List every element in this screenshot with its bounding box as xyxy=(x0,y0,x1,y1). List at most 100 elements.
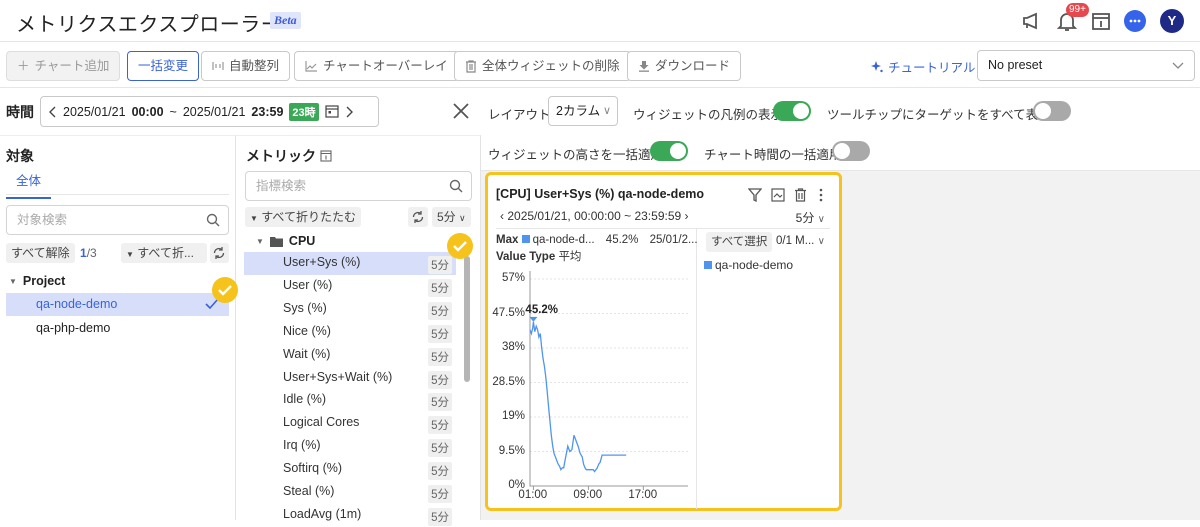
folder-icon xyxy=(269,236,283,247)
metric-title: メトリック xyxy=(246,146,332,166)
metric-item[interactable]: Sys (%) 5分 xyxy=(244,298,456,321)
info-icon[interactable] xyxy=(320,150,332,162)
metric-item[interactable]: Softirq (%) 5分 xyxy=(244,458,456,481)
end-time: 23:59 xyxy=(251,104,284,119)
chevron-down-icon xyxy=(1172,60,1184,70)
metric-item[interactable]: Irq (%) 5分 xyxy=(244,435,456,458)
collapse-all-metrics-button[interactable]: ▼ すべて折りたたむ xyxy=(245,207,361,227)
series-line-qa-node-demo[interactable] xyxy=(529,321,627,473)
metric-item-label: Sys (%) xyxy=(283,300,327,315)
metric-item[interactable]: User (%) 5分 xyxy=(244,275,456,298)
collapse-all-button[interactable]: ▼ すべて折... xyxy=(121,243,207,263)
metric-item-label: User+Sys (%) xyxy=(283,255,361,269)
metric-item-label: User (%) xyxy=(283,277,333,292)
tooltip-all-label: ツールチップにターゲットをすべて表示 xyxy=(827,108,1051,122)
metric-panel: メトリック 指標検索 ▼ すべて折りたたむ 5分 ∨ ▼ CPU User+Sy… xyxy=(236,135,481,526)
metric-item[interactable]: Wait (%) 5分 xyxy=(244,344,456,367)
metric-interval-select[interactable]: 5分 ∨ xyxy=(432,207,471,227)
metric-item-interval: 5分 xyxy=(428,416,452,435)
target-group-project[interactable]: ▼ Project xyxy=(9,274,65,288)
target-title: 対象 xyxy=(6,148,34,164)
bulk-time-label: チャート時間の一括適用 xyxy=(704,148,842,162)
metric-item-interval: 5分 xyxy=(428,485,452,503)
chevron-down-icon: ∨ xyxy=(459,213,466,223)
chevron-down-icon: ∨ xyxy=(602,105,611,117)
prev-range-icon[interactable] xyxy=(49,106,57,118)
metric-item[interactable]: Nice (%) 5分 xyxy=(244,321,456,344)
selection-count: 1/3 xyxy=(80,246,97,260)
search-icon xyxy=(449,179,463,193)
download-button[interactable]: ダウンロード xyxy=(627,51,742,81)
metric-item[interactable]: Logical Cores 5分 xyxy=(244,412,456,435)
metric-list-scrollbar[interactable] xyxy=(464,256,470,382)
refresh-button[interactable] xyxy=(210,243,229,263)
metric-item-interval: 5分 xyxy=(428,370,452,389)
tooltip-all-toggle[interactable] xyxy=(1033,101,1071,121)
notification-badge: 99+ xyxy=(1066,3,1089,17)
target-search-input[interactable]: 対象検索 xyxy=(6,205,229,235)
download-icon xyxy=(638,60,650,72)
caret-down-icon: ▼ xyxy=(250,214,258,223)
clear-all-button[interactable]: すべて解除 xyxy=(6,243,75,263)
metric-item[interactable]: User+Sys (%) 5分 xyxy=(244,252,456,275)
layout-label: レイアウト xyxy=(488,108,551,122)
metric-item-label: Nice (%) xyxy=(283,323,331,338)
metric-item[interactable]: User+Sys+Wait (%) 5分 xyxy=(244,367,456,390)
widget-options: レイアウト 2カラム ∨ ウィジェットの凡例の表示 ツールチップにターゲットをす… xyxy=(481,88,1200,171)
info-panel-icon[interactable] xyxy=(1089,9,1113,33)
metric-item-interval: 5分 xyxy=(428,439,452,458)
metric-item-label: User+Sys+Wait (%) xyxy=(283,369,393,384)
add-chart-button[interactable]: ＋ チャート追加 xyxy=(6,51,121,81)
sparkle-icon xyxy=(870,60,884,74)
metric-refresh-button[interactable] xyxy=(408,207,428,227)
preset-select[interactable]: No preset xyxy=(977,50,1195,81)
target-item[interactable]: qa-php-demo xyxy=(6,317,229,340)
bulk-height-toggle[interactable] xyxy=(650,141,688,161)
tutorial-link[interactable]: チュートリアル xyxy=(870,57,975,76)
metric-item[interactable]: LoadAvg (1m) 5分 xyxy=(244,504,456,527)
beta-badge: Beta xyxy=(270,12,301,29)
metric-item-label: Softirq (%) xyxy=(283,461,343,476)
toolbar: ＋ チャート追加 一括変更 自動整列 チャートオーバーレイ 全体ウィジェットの削… xyxy=(0,42,1200,88)
trash-icon xyxy=(465,59,477,73)
duration-badge: 23時 xyxy=(289,102,319,121)
time-range-picker[interactable]: 2025/01/21 00:00 ~ 2025/01/21 23:59 23時 xyxy=(40,96,379,127)
metric-item[interactable]: Idle (%) 5分 xyxy=(244,389,456,412)
metric-item-label: Irq (%) xyxy=(283,438,321,453)
target-item[interactable]: qa-node-demo xyxy=(6,293,229,316)
close-panel-icon[interactable] xyxy=(452,102,470,120)
app-header: メトリクスエクスプローラー Beta 99+ Y xyxy=(0,0,1200,42)
next-range-icon[interactable] xyxy=(345,106,353,118)
calendar-icon[interactable] xyxy=(325,105,339,118)
bulk-height-label: ウィジェットの高さを一括適用 xyxy=(488,148,664,162)
metric-item-label: Wait (%) xyxy=(283,346,331,361)
megaphone-icon[interactable] xyxy=(1020,9,1044,33)
search-icon xyxy=(206,213,220,227)
layout-select[interactable]: 2カラム ∨ xyxy=(548,96,618,126)
chart-widget[interactable]: [CPU] User+Sys (%) qa-node-demo ‹ 2025/0… xyxy=(485,172,842,511)
chart-overlay-button[interactable]: チャートオーバーレイ xyxy=(294,51,459,81)
start-time: 00:00 xyxy=(131,104,164,119)
target-panel: 対象 全体 対象検索 すべて解除 1/3 ▼ すべて折... ▼ Project… xyxy=(0,135,238,520)
metric-search-input[interactable]: 指標検索 xyxy=(245,171,472,201)
selected-check-badge-icon xyxy=(212,277,238,303)
auto-arrange-button[interactable]: 自動整列 xyxy=(201,51,291,81)
metric-item[interactable]: Steal (%) 5分 xyxy=(244,481,456,504)
bulk-change-button[interactable]: 一括変更 xyxy=(127,51,200,81)
chat-icon[interactable] xyxy=(1124,10,1146,32)
delete-all-widgets-button[interactable]: 全体ウィジェットの削除 xyxy=(454,51,631,81)
caret-down-icon: ▼ xyxy=(256,236,264,246)
show-legend-toggle[interactable] xyxy=(773,101,811,121)
metric-item-label: Logical Cores xyxy=(283,415,360,430)
metric-category-cpu[interactable]: ▼ CPU xyxy=(256,234,315,248)
max-value-label: 45.2% xyxy=(525,304,558,316)
bulk-time-toggle[interactable] xyxy=(832,141,870,161)
range-separator: ~ xyxy=(169,104,177,119)
metric-item-label: Idle (%) xyxy=(283,392,327,407)
metric-item-interval: 5分 xyxy=(428,462,452,481)
caret-down-icon: ▼ xyxy=(126,250,134,259)
user-avatar[interactable]: Y xyxy=(1160,9,1184,33)
line-chart[interactable]: 45.2% xyxy=(488,175,839,508)
metric-item-interval: 5分 xyxy=(428,393,452,412)
metric-item-label: LoadAvg (1m) xyxy=(283,506,362,521)
